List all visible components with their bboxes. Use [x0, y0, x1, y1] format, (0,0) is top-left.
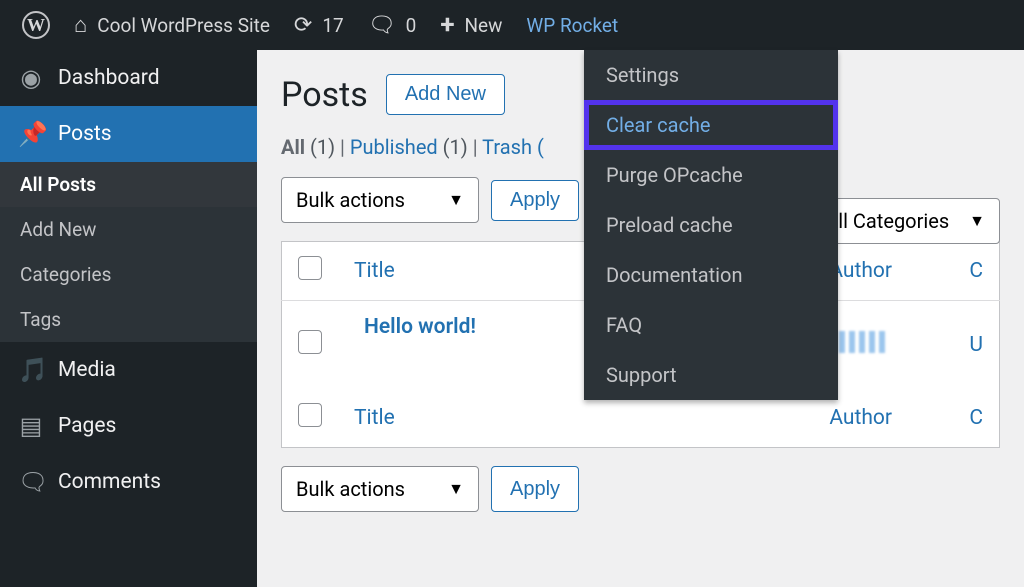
- comments-icon: 🗨: [18, 468, 44, 496]
- admin-sidebar: ◉ Dashboard 📌 Posts All Posts Add New Ca…: [0, 50, 257, 587]
- filter-all[interactable]: All (1): [281, 135, 335, 159]
- select-all-checkbox[interactable]: [298, 256, 322, 280]
- updates-count: 17: [322, 14, 343, 37]
- dropdown-item-clear-cache[interactable]: Clear cache: [584, 100, 838, 150]
- admin-bar: W ⌂ Cool WordPress Site ⟳ 17 🗨 0 + New W…: [0, 0, 1024, 50]
- media-icon: 🎵: [18, 356, 44, 384]
- sidebar-item-comments[interactable]: 🗨 Comments: [0, 454, 257, 510]
- post-title-link[interactable]: Hello world!: [354, 315, 476, 339]
- sidebar-item-pages[interactable]: ▤ Pages: [0, 398, 257, 454]
- bulk-actions-row-bottom: Bulk actions ▼ Apply: [281, 466, 1000, 512]
- dropdown-item-settings[interactable]: Settings: [584, 50, 838, 100]
- plus-icon: +: [440, 10, 454, 40]
- filter-published[interactable]: Published (1): [350, 135, 468, 159]
- sidebar-label: Comments: [58, 470, 161, 494]
- wordpress-icon: W: [22, 11, 50, 39]
- sidebar-item-media[interactable]: 🎵 Media: [0, 342, 257, 398]
- bulk-actions-select[interactable]: Bulk actions ▼: [281, 177, 479, 223]
- cat-label: All Categories: [825, 209, 949, 233]
- chevron-down-icon: ▼: [969, 211, 985, 231]
- row-checkbox[interactable]: [298, 330, 322, 354]
- sidebar-item-posts[interactable]: 📌 Posts: [0, 106, 257, 162]
- dropdown-item-faq[interactable]: FAQ: [584, 300, 838, 350]
- sidebar-label: Media: [58, 358, 116, 382]
- select-all-checkbox-bottom[interactable]: [298, 403, 322, 427]
- pin-icon: 📌: [18, 120, 44, 148]
- pages-icon: ▤: [18, 412, 44, 440]
- bulk-actions-select-bottom[interactable]: Bulk actions ▼: [281, 466, 479, 512]
- chevron-down-icon: ▼: [448, 190, 464, 210]
- bulk-label: Bulk actions: [296, 477, 405, 501]
- comments-bubble[interactable]: 🗨 0: [356, 0, 429, 50]
- column-categories-bottom[interactable]: C: [953, 389, 999, 448]
- chevron-down-icon: ▼: [448, 479, 464, 499]
- sidebar-sub-categories[interactable]: Categories: [0, 252, 257, 297]
- home-icon: ⌂: [74, 12, 87, 38]
- category-link[interactable]: U: [953, 301, 999, 390]
- filter-trash[interactable]: Trash (: [482, 135, 544, 159]
- apply-button-bottom[interactable]: Apply: [491, 466, 579, 512]
- author-name-blurred: [829, 331, 889, 353]
- column-categories[interactable]: C: [953, 242, 999, 301]
- dropdown-item-support[interactable]: Support: [584, 350, 838, 400]
- refresh-icon: ⟳: [294, 13, 312, 38]
- dashboard-icon: ◉: [18, 64, 44, 92]
- site-name[interactable]: ⌂ Cool WordPress Site: [62, 0, 282, 50]
- page-title: Posts: [281, 75, 368, 115]
- sidebar-sub-tags[interactable]: Tags: [0, 297, 257, 342]
- site-name-label: Cool WordPress Site: [97, 14, 270, 37]
- wprocket-dropdown: Settings Clear cache Purge OPcache Prelo…: [584, 50, 838, 400]
- wprocket-label: WP Rocket: [526, 14, 618, 37]
- sidebar-item-dashboard[interactable]: ◉ Dashboard: [0, 50, 257, 106]
- sidebar-sub-all-posts[interactable]: All Posts: [0, 162, 257, 207]
- updates[interactable]: ⟳ 17: [282, 0, 356, 50]
- dropdown-item-preload-cache[interactable]: Preload cache: [584, 200, 838, 250]
- sidebar-sub-add-new[interactable]: Add New: [0, 207, 257, 252]
- add-new-button[interactable]: Add New: [386, 74, 505, 115]
- category-filter-wrap: All Categories ▼: [810, 198, 1000, 244]
- comments-count: 0: [406, 14, 417, 37]
- sidebar-label: Dashboard: [58, 66, 160, 90]
- dropdown-item-purge-opcache[interactable]: Purge OPcache: [584, 150, 838, 200]
- new-content[interactable]: + New: [428, 0, 514, 50]
- sidebar-label: Pages: [58, 414, 116, 438]
- wprocket-menu[interactable]: WP Rocket: [514, 0, 630, 50]
- bulk-label: Bulk actions: [296, 188, 405, 212]
- new-label: New: [465, 14, 503, 37]
- apply-button-top[interactable]: Apply: [491, 180, 579, 221]
- comment-icon: 🗨: [368, 13, 396, 38]
- sidebar-label: Posts: [58, 122, 112, 146]
- wp-logo[interactable]: W: [10, 0, 62, 50]
- category-filter-select[interactable]: All Categories ▼: [810, 198, 1000, 244]
- dropdown-item-documentation[interactable]: Documentation: [584, 250, 838, 300]
